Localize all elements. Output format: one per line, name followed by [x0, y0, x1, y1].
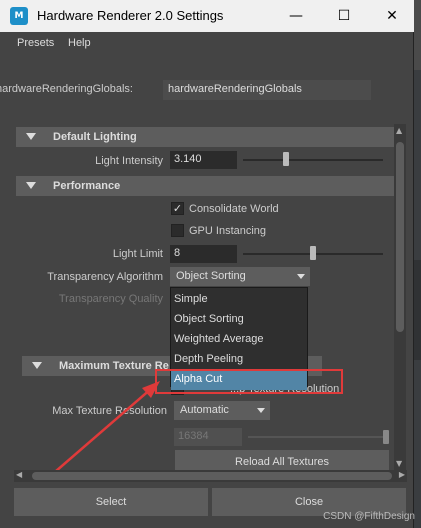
globals-row: hardwareRenderingGlobals: hardwareRender… — [0, 80, 414, 100]
horizontal-scroll-thumb[interactable] — [32, 472, 392, 480]
max-texture-resolution-label: Max Texture Resolution — [52, 405, 167, 417]
texture-resolution-field[interactable]: 16384 — [174, 428, 242, 446]
title-bar: M Hardware Renderer 2.0 Settings — ☐ ✕ — [0, 0, 414, 32]
close-window-button[interactable]: ✕ — [372, 4, 412, 28]
background-strip — [414, 0, 421, 528]
light-limit-field[interactable]: 8 — [170, 245, 237, 263]
menu-help[interactable]: Help — [68, 37, 91, 49]
transparency-algorithm-combo[interactable]: Object Sorting — [170, 267, 310, 286]
texture-resolution-slider-thumb[interactable] — [383, 430, 389, 444]
collapse-triangle-icon — [32, 362, 42, 369]
globals-label: hardwareRenderingGlobals: — [0, 83, 133, 95]
light-intensity-field[interactable]: 3.140 — [170, 151, 237, 169]
scroll-up-icon[interactable]: ▲ — [396, 126, 402, 135]
scroll-down-icon[interactable]: ▼ — [396, 459, 402, 468]
performance-header[interactable]: Performance — [16, 176, 394, 196]
settings-window: M Hardware Renderer 2.0 Settings — ☐ ✕ P… — [0, 0, 414, 528]
dropdown-option-depth-peeling[interactable]: Depth Peeling — [171, 350, 307, 370]
red-highlight-box — [155, 369, 343, 394]
light-limit-slider-thumb[interactable] — [310, 246, 316, 260]
collapse-triangle-icon — [26, 182, 36, 189]
gpu-instancing-checkbox[interactable] — [171, 224, 184, 237]
performance-title: Performance — [53, 180, 121, 192]
chevron-down-icon — [292, 267, 310, 286]
gpu-instancing-label: GPU Instancing — [189, 225, 267, 237]
maximize-button[interactable]: ☐ — [324, 4, 364, 28]
light-intensity-label: Light Intensity — [95, 155, 163, 167]
maya-app-icon: M — [10, 7, 28, 25]
light-intensity-slider-thumb[interactable] — [283, 152, 290, 166]
transparency-algorithm-value: Object Sorting — [176, 270, 246, 282]
default-lighting-title: Default Lighting — [53, 131, 137, 143]
menu-presets[interactable]: Presets — [17, 37, 54, 49]
light-intensity-track — [243, 159, 383, 161]
horizontal-scrollbar[interactable]: ◀ ▶ — [14, 470, 407, 482]
watermark-text: CSDN @FifthDesign — [323, 511, 415, 522]
select-button[interactable]: Select — [14, 488, 208, 516]
transparency-algorithm-label: Transparency Algorithm — [47, 271, 163, 283]
collapse-triangle-icon — [26, 133, 36, 140]
vertical-scroll-thumb[interactable] — [396, 142, 404, 332]
minimize-button[interactable]: — — [276, 4, 316, 28]
menu-bar: Presets Help — [0, 32, 414, 54]
chevron-down-icon — [252, 401, 270, 420]
max-texture-title: Maximum Texture Re — [59, 360, 169, 372]
scroll-right-icon[interactable]: ▶ — [399, 470, 405, 479]
default-lighting-header[interactable]: Default Lighting — [16, 127, 394, 147]
light-limit-label: Light Limit — [112, 248, 163, 260]
dropdown-option-weighted-average[interactable]: Weighted Average — [171, 330, 307, 350]
dropdown-option-simple[interactable]: Simple — [171, 290, 307, 310]
consolidate-world-label: Consolidate World — [189, 203, 279, 215]
consolidate-world-checkbox[interactable]: ✓ — [171, 202, 184, 215]
max-texture-resolution-combo[interactable]: Automatic — [174, 401, 270, 420]
window-title: Hardware Renderer 2.0 Settings — [37, 8, 224, 23]
vertical-scrollbar[interactable]: ▲ ▼ — [394, 124, 406, 470]
globals-node-field[interactable]: hardwareRenderingGlobals — [163, 80, 371, 100]
max-texture-resolution-value: Automatic — [180, 404, 229, 416]
texture-resolution-track — [248, 436, 388, 438]
transparency-quality-label: Transparency Quality — [58, 293, 163, 305]
scroll-left-icon[interactable]: ◀ — [16, 470, 22, 479]
dropdown-option-object-sorting[interactable]: Object Sorting — [171, 310, 307, 330]
check-icon: ✓ — [172, 202, 183, 215]
